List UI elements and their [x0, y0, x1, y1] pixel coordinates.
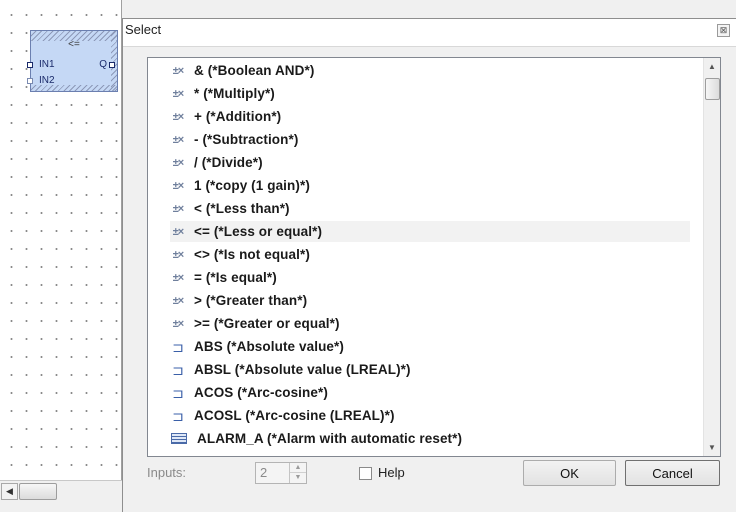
list-item-label: ABSL (*Absolute value (LREAL)*) [194, 362, 411, 377]
list-item-label: <= (*Less or equal*) [194, 224, 323, 239]
scroll-thumb[interactable] [705, 78, 720, 100]
operator-icon: ±× [172, 87, 184, 100]
canvas-horizontal-scrollbar[interactable]: ◀ [0, 480, 122, 512]
close-icon[interactable]: ⊠ [717, 24, 730, 37]
operator-icon: ±× [172, 110, 184, 123]
scroll-up-icon[interactable]: ▲ [704, 58, 720, 75]
list-item-label: - (*Subtraction*) [194, 132, 299, 147]
list-item[interactable]: ⊐ ABS (*Absolute value*) [170, 336, 690, 357]
output-pin-q[interactable] [109, 62, 115, 68]
dialog-title: Select [125, 22, 162, 37]
function-icon: ⊐ [172, 361, 184, 378]
list-item-label: / (*Divide*) [194, 155, 263, 170]
select-dialog: Select ⊠ ±× & (*Boolean AND*) ±× * (*Multip… [122, 18, 736, 512]
ok-button[interactable]: OK [523, 460, 616, 486]
list-item[interactable]: ±× 1 (*copy (1 gain)*) [170, 175, 690, 196]
list-item[interactable]: ±× >= (*Greater or equal*) [170, 313, 690, 334]
list-item[interactable]: ±× = (*Is equal*) [170, 267, 690, 288]
operator-icon: ±× [172, 248, 184, 261]
function-icon: ⊐ [172, 384, 184, 401]
list-item[interactable]: ALARM_A (*Alarm with automatic reset*) [170, 428, 690, 449]
operator-icon: ±× [172, 271, 184, 284]
cancel-button[interactable]: Cancel [625, 460, 720, 486]
list-item-label: = (*Is equal*) [194, 270, 277, 285]
function-listbox[interactable]: ±× & (*Boolean AND*) ±× * (*Multiply*) ±× + (… [147, 57, 721, 457]
inputs-stepper[interactable]: 2 ▲ ▼ [255, 462, 307, 484]
function-block-icon [171, 433, 187, 444]
list-item-label: & (*Boolean AND*) [194, 63, 315, 78]
operator-icon: ±× [172, 317, 184, 330]
list-item[interactable]: ±× & (*Boolean AND*) [170, 60, 690, 81]
increment-icon[interactable]: ▲ [290, 463, 306, 473]
operator-icon: ±× [172, 202, 184, 215]
list-vertical-scrollbar[interactable]: ▲ ▼ [703, 58, 720, 456]
operator-icon: ±× [172, 294, 184, 307]
list-item[interactable]: ±× <> (*Is not equal*) [170, 244, 690, 265]
list-item[interactable]: ±× <= (*Less or equal*) [170, 221, 690, 242]
operator-icon: ±× [172, 64, 184, 77]
scroll-down-icon[interactable]: ▼ [704, 439, 720, 456]
inputs-label: Inputs: [147, 465, 187, 480]
scroll-left-icon[interactable]: ◀ [1, 483, 18, 500]
block-name: <= [68, 39, 80, 50]
decrement-icon[interactable]: ▼ [290, 473, 306, 483]
help-label[interactable]: Help [378, 465, 405, 480]
list-item[interactable]: ±× < (*Less than*) [170, 198, 690, 219]
dialog-title-bar: Select ⊠ [123, 19, 736, 47]
function-icon: ⊐ [172, 407, 184, 424]
function-block-less-or-equal[interactable]: <= IN1 IN2 Q [27, 30, 118, 92]
stepper-buttons: ▲ ▼ [289, 463, 306, 483]
pin-label-in1: IN1 [39, 59, 55, 70]
pin-label-in2: IN2 [39, 75, 55, 86]
list-item-label: 1 (*copy (1 gain)*) [194, 178, 310, 193]
list-item-label: ABS (*Absolute value*) [194, 339, 344, 354]
list-item[interactable]: ±× / (*Divide*) [170, 152, 690, 173]
pin-label-q: Q [99, 59, 107, 70]
operator-icon: ±× [172, 179, 184, 192]
help-checkbox[interactable] [359, 467, 372, 480]
diagram-canvas[interactable]: <= IN1 IN2 Q [0, 0, 122, 480]
list-item-label: >= (*Greater or equal*) [194, 316, 340, 331]
list-item[interactable]: ⊐ ACOS (*Arc-cosine*) [170, 382, 690, 403]
inputs-value[interactable]: 2 [260, 465, 267, 480]
list-item-label: + (*Addition*) [194, 109, 282, 124]
input-pin-in1[interactable] [27, 62, 33, 68]
input-pin-in2[interactable] [27, 78, 33, 84]
list-item-label: ACOS (*Arc-cosine*) [194, 385, 328, 400]
list-item-label: ALARM_A (*Alarm with automatic reset*) [197, 431, 463, 446]
list-item[interactable]: ±× - (*Subtraction*) [170, 129, 690, 150]
list-item-label: < (*Less than*) [194, 201, 290, 216]
list-item-label: <> (*Is not equal*) [194, 247, 310, 262]
list-item-label: > (*Greater than*) [194, 293, 308, 308]
operator-icon: ±× [172, 133, 184, 146]
list-item[interactable]: ⊐ ABSL (*Absolute value (LREAL)*) [170, 359, 690, 380]
list-item-label: * (*Multiply*) [194, 86, 275, 101]
operator-icon: ±× [172, 225, 184, 238]
scroll-thumb[interactable] [19, 483, 57, 500]
list-item-label: ACOSL (*Arc-cosine (LREAL)*) [194, 408, 395, 423]
list-item[interactable]: ±× * (*Multiply*) [170, 83, 690, 104]
list-item[interactable]: ±× > (*Greater than*) [170, 290, 690, 311]
operator-icon: ±× [172, 156, 184, 169]
function-icon: ⊐ [172, 338, 184, 355]
list-item[interactable]: ⊐ ACOSL (*Arc-cosine (LREAL)*) [170, 405, 690, 426]
list-item[interactable]: ±× + (*Addition*) [170, 106, 690, 127]
